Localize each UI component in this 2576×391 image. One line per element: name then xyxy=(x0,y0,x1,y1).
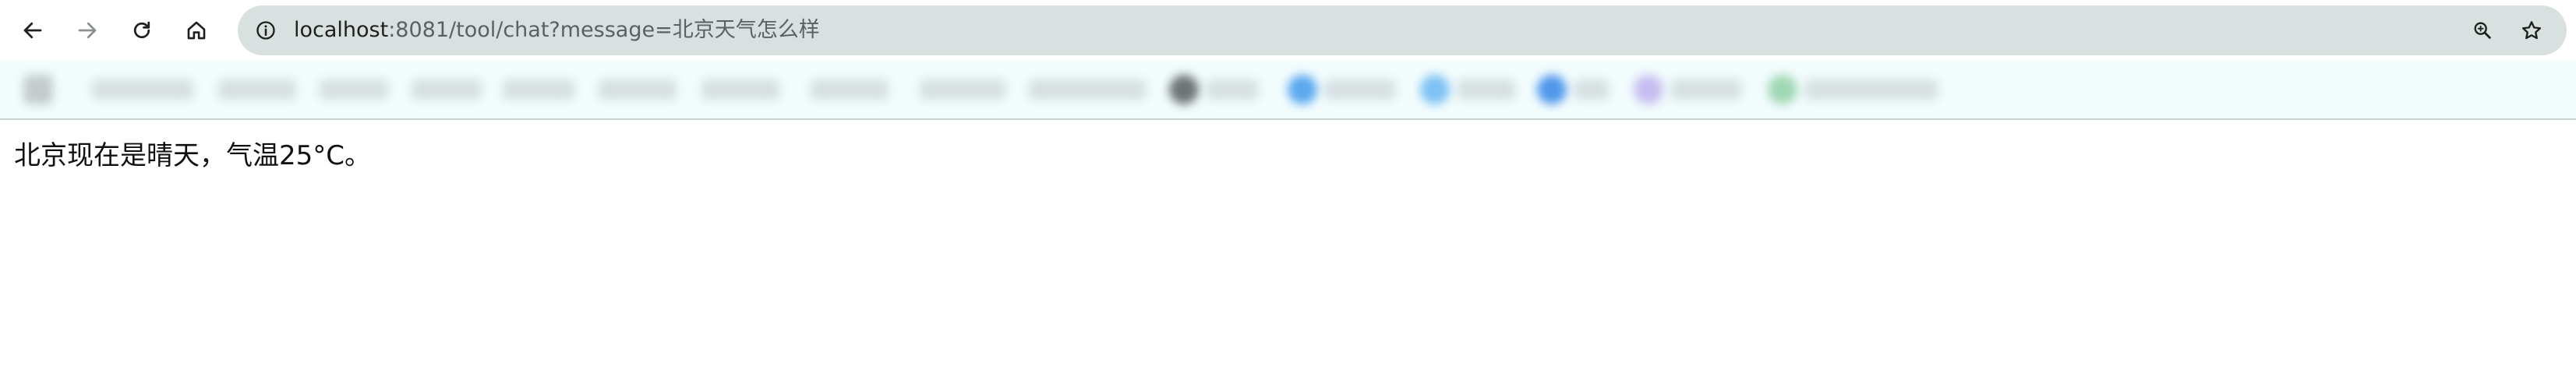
back-button[interactable] xyxy=(10,8,55,53)
forward-button[interactable] xyxy=(65,8,110,53)
bookmark-item[interactable] xyxy=(503,79,574,100)
bookmark-item[interactable] xyxy=(1458,79,1515,100)
arrow-right-icon xyxy=(78,22,97,39)
bookmark-star-button[interactable] xyxy=(2514,13,2549,48)
home-icon xyxy=(187,21,206,40)
url-host: localhost xyxy=(294,18,389,42)
bookmark-item[interactable] xyxy=(1671,79,1741,100)
bookmark-favicon-icon xyxy=(1169,75,1199,104)
apps-icon[interactable] xyxy=(23,75,53,104)
bookmark-item[interactable] xyxy=(599,79,677,100)
address-bar[interactable]: localhost:8081/tool/chat?message=北京天气怎么样 xyxy=(238,5,2567,55)
url-path: :8081/tool/chat?message=北京天气怎么样 xyxy=(388,18,820,42)
bookmark-item[interactable] xyxy=(412,79,482,100)
bookmark-item[interactable] xyxy=(701,79,779,100)
bookmark-favicon-icon xyxy=(1537,75,1567,104)
bookmarks-bar xyxy=(0,61,2576,120)
bookmark-favicon-icon xyxy=(1768,75,1797,104)
bookmark-item[interactable] xyxy=(1207,79,1258,100)
reload-icon xyxy=(133,21,150,39)
bookmark-favicon-icon xyxy=(1634,75,1663,104)
bookmark-item[interactable] xyxy=(811,79,889,100)
bookmark-favicon-icon xyxy=(1288,75,1317,104)
browser-toolbar: localhost:8081/tool/chat?message=北京天气怎么样 xyxy=(0,0,2576,61)
bookmarks-blurred-items xyxy=(0,61,1956,118)
bookmark-item[interactable] xyxy=(92,79,193,100)
bookmark-item[interactable] xyxy=(1574,79,1609,100)
page-response-text: 北京现在是晴天，气温25°C。 xyxy=(14,140,372,171)
bookmark-item[interactable] xyxy=(218,79,296,100)
bookmark-item[interactable] xyxy=(920,79,1005,100)
bookmark-item[interactable] xyxy=(320,79,388,100)
bookmark-item[interactable] xyxy=(1029,79,1146,100)
arrow-left-icon xyxy=(23,22,42,39)
star-icon xyxy=(2521,21,2542,40)
zoom-button[interactable] xyxy=(2465,13,2500,48)
bookmark-item[interactable] xyxy=(1805,79,1938,100)
site-info-button[interactable] xyxy=(247,12,284,49)
reload-button[interactable] xyxy=(119,8,164,53)
info-circle-icon xyxy=(256,21,275,40)
zoom-icon xyxy=(2474,22,2491,39)
bookmark-favicon-icon xyxy=(1420,75,1450,104)
bookmark-item[interactable] xyxy=(1325,79,1395,100)
address-url[interactable]: localhost:8081/tool/chat?message=北京天气怎么样 xyxy=(294,5,820,55)
home-button[interactable] xyxy=(174,8,219,53)
